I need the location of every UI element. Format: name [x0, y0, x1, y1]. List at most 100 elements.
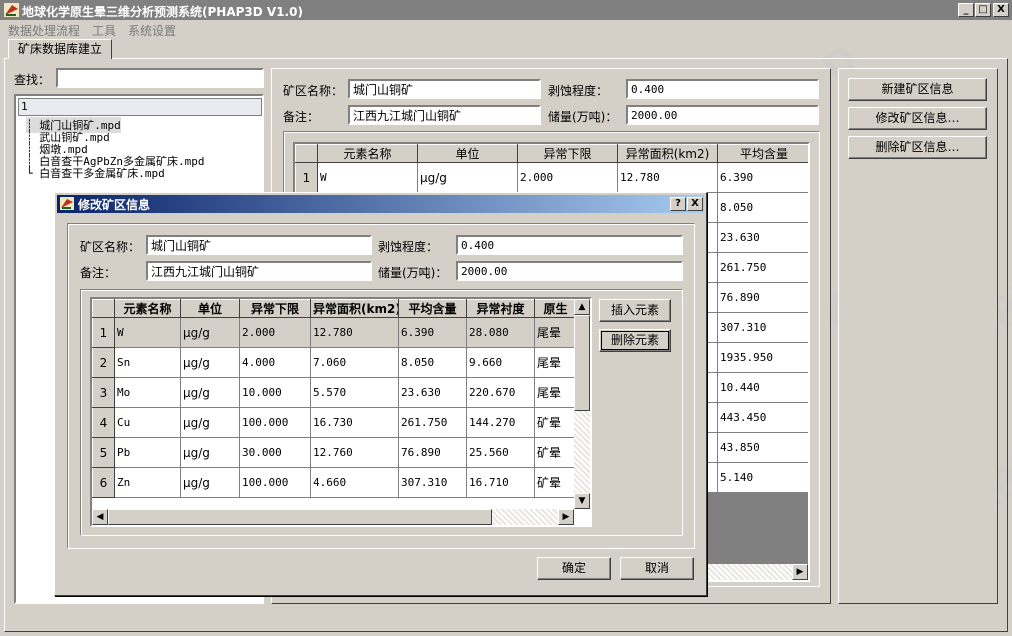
maximize-button[interactable]: □ [975, 3, 991, 17]
table-cell[interactable]: 12.780 [617, 162, 718, 193]
dialog-help-button[interactable]: ? [670, 197, 686, 211]
table-cell[interactable]: 1935.950 [717, 342, 808, 373]
scroll-up-button[interactable]: ▲ [574, 299, 590, 315]
vscroll-thumb[interactable] [574, 315, 590, 411]
table-cell[interactable]: μg/g [180, 317, 240, 348]
grid-header-cell[interactable]: 异常面积(km2) [310, 299, 399, 318]
grid-header-cell[interactable]: 异常衬度 [466, 299, 535, 318]
delete-element-button[interactable]: 删除元素 [599, 329, 671, 352]
grid-header-cell[interactable]: 原生 [534, 299, 577, 318]
detail-reserve-field[interactable]: 2000.00 [626, 105, 819, 125]
dialog-reserve-field[interactable]: 2000.00 [456, 261, 683, 281]
delete-deposit-button[interactable]: 删除矿区信息… [848, 136, 987, 159]
grid-header-cell[interactable] [92, 299, 115, 318]
table-cell[interactable]: 261.750 [717, 252, 808, 283]
table-cell[interactable]: Zn [114, 467, 181, 498]
table-cell[interactable]: 5.570 [310, 377, 399, 408]
table-cell[interactable]: 220.670 [466, 377, 535, 408]
table-cell[interactable]: Pb [114, 437, 181, 468]
table-row[interactable]: 4 Cu μg/g 100.000 16.730 261.750 144.270 矿晕 [92, 407, 577, 438]
table-row[interactable]: 5 Pb μg/g 30.000 12.760 76.890 25.560 矿晕 [92, 437, 577, 468]
search-input[interactable] [56, 68, 264, 88]
table-cell[interactable]: Mo [114, 377, 181, 408]
grid-header-cell[interactable]: 单位 [180, 299, 240, 318]
table-cell[interactable]: μg/g [180, 437, 240, 468]
grid-header-cell[interactable]: 异常下限 [517, 144, 618, 163]
table-cell[interactable]: Sn [114, 347, 181, 378]
scroll-down-button[interactable]: ▼ [574, 493, 590, 509]
detail-erosion-field[interactable]: 0.400 [626, 79, 819, 99]
table-row[interactable]: 1 Wμg/g 2.000 12.780 6.390 28.080 尾晕 [92, 317, 577, 348]
table-row[interactable]: 6 Zn μg/g 100.000 4.660 307.310 16.710 矿晕 [92, 467, 577, 498]
table-cell[interactable]: 16.730 [310, 407, 399, 438]
table-cell[interactable]: 6.390 [398, 317, 467, 348]
table-cell[interactable]: 6.390 [717, 162, 808, 193]
table-cell[interactable]: 尾晕 [534, 317, 577, 348]
table-cell[interactable]: μg/g [180, 467, 240, 498]
table-cell[interactable]: 5.140 [717, 462, 808, 493]
table-cell[interactable]: W [114, 317, 181, 348]
table-cell[interactable]: W [317, 162, 418, 193]
table-cell[interactable]: 307.310 [717, 312, 808, 343]
table-cell[interactable]: 12.780 [310, 317, 399, 348]
table-cell[interactable]: 100.000 [239, 407, 311, 438]
table-cell[interactable]: 矿晕 [534, 437, 577, 468]
hscroll-thumb[interactable] [108, 509, 492, 525]
table-cell[interactable]: 144.270 [466, 407, 535, 438]
table-cell[interactable]: 矿晕 [534, 467, 577, 498]
table-cell[interactable]: 10.440 [717, 372, 808, 403]
table-cell[interactable]: 9.660 [466, 347, 535, 378]
new-deposit-button[interactable]: 新建矿区信息 [848, 78, 987, 101]
grid-header-cell[interactable]: 平均含量 [717, 144, 808, 163]
tree-root[interactable]: 1 [18, 98, 262, 116]
scroll-right-button[interactable]: ▶ [558, 509, 574, 525]
tab-deposit-database[interactable]: 矿床数据库建立 [8, 39, 112, 59]
table-cell[interactable]: 261.750 [398, 407, 467, 438]
detail-name-field[interactable]: 城门山铜矿 [348, 79, 541, 99]
menu-settings[interactable]: 系统设置 [128, 22, 176, 39]
table-cell[interactable]: 307.310 [398, 467, 467, 498]
table-cell[interactable]: 7.060 [310, 347, 399, 378]
menu-tools[interactable]: 工具 [92, 22, 116, 39]
table-cell[interactable]: 25.560 [466, 437, 535, 468]
table-cell[interactable]: 12.760 [310, 437, 399, 468]
table-cell[interactable]: 尾晕 [534, 347, 577, 378]
table-cell[interactable]: 43.850 [717, 432, 808, 463]
scroll-left-button[interactable]: ◀ [92, 509, 108, 525]
table-cell[interactable]: 8.050 [717, 192, 808, 223]
menu-data-workflow[interactable]: 数据处理流程 [8, 22, 80, 39]
table-cell[interactable]: 2.000 [517, 162, 618, 193]
table-cell[interactable]: μg/g [417, 162, 518, 193]
grid-header-cell[interactable]: 元素名称 [114, 299, 181, 318]
table-cell[interactable]: 矿晕 [534, 407, 577, 438]
table-cell[interactable]: 尾晕 [534, 377, 577, 408]
table-cell[interactable]: 2.000 [239, 317, 311, 348]
table-cell[interactable]: μg/g [180, 347, 240, 378]
scroll-right-button[interactable]: ▶ [792, 564, 808, 580]
detail-note-field[interactable]: 江西九江城门山铜矿 [348, 105, 541, 125]
table-row[interactable]: 1 Wμg/g 2.000 12.780 6.390 [295, 162, 808, 193]
dialog-note-field[interactable]: 江西九江城门山铜矿 [146, 261, 372, 281]
table-cell[interactable]: 28.080 [466, 317, 535, 348]
dialog-erosion-field[interactable]: 0.400 [456, 235, 683, 255]
grid-header-cell[interactable] [295, 144, 318, 163]
table-cell[interactable]: μg/g [180, 407, 240, 438]
table-cell[interactable]: 76.890 [398, 437, 467, 468]
dialog-element-grid[interactable]: 元素名称 单位 异常下限 异常面积(km2) 平均含量 异常衬度 原生 1 Wμg/g 2.00… [90, 297, 592, 527]
dialog-close-button[interactable]: X [687, 197, 703, 211]
table-cell[interactable]: 23.630 [717, 222, 808, 253]
table-cell[interactable]: 4.000 [239, 347, 311, 378]
table-cell[interactable]: μg/g [180, 377, 240, 408]
close-button[interactable]: X [993, 3, 1009, 17]
insert-element-button[interactable]: 插入元素 [599, 299, 671, 322]
grid-header-cell[interactable]: 异常面积(km2) [617, 144, 718, 163]
table-cell[interactable]: 10.000 [239, 377, 311, 408]
table-cell[interactable]: Cu [114, 407, 181, 438]
table-cell[interactable]: 30.000 [239, 437, 311, 468]
table-row[interactable]: 3 Mo μg/g 10.000 5.570 23.630 220.670 尾晕 [92, 377, 577, 408]
table-cell[interactable]: 8.050 [398, 347, 467, 378]
ok-button[interactable]: 确定 [537, 557, 611, 580]
table-row[interactable]: 2 Sn μg/g 4.000 7.060 8.050 9.660 尾晕 [92, 347, 577, 378]
tree-item[interactable]: └ 白音查干多金属矿床.mpd [26, 165, 165, 181]
minimize-button[interactable]: _ [958, 3, 974, 17]
